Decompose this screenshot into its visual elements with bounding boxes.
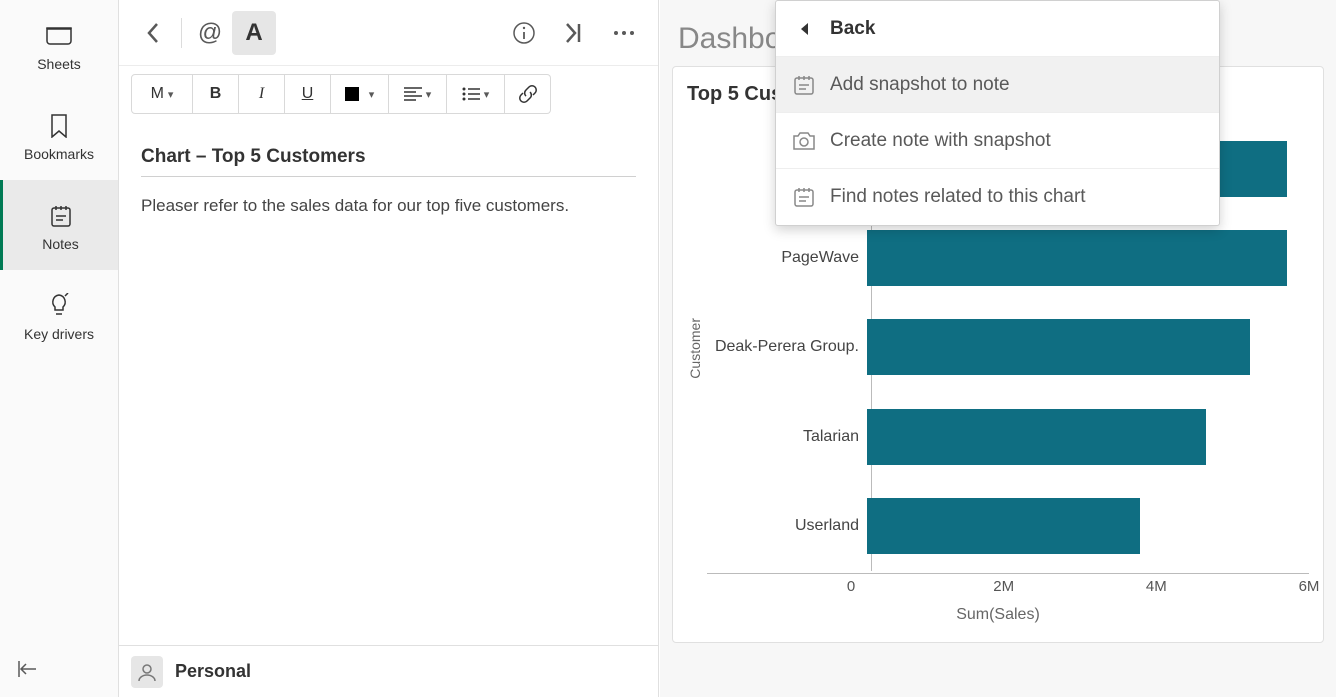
note-search-icon: [792, 185, 816, 209]
menu-add-snapshot[interactable]: Add snapshot to note: [776, 57, 1219, 113]
bold-button[interactable]: B: [193, 74, 239, 114]
menu-label: Find notes related to this chart: [830, 186, 1086, 208]
text-align-selector[interactable]: ▾: [389, 74, 447, 114]
avatar[interactable]: [131, 656, 163, 688]
chevron-down-icon: ▾: [369, 88, 375, 101]
bar-row: Userland: [707, 490, 1309, 562]
sidebar-item-label: Sheets: [37, 56, 81, 72]
bar-label: Deak-Perera Group.: [707, 338, 867, 356]
link-button[interactable]: [505, 74, 551, 114]
italic-button[interactable]: I: [239, 74, 285, 114]
note-toolbar-top: @ A: [119, 0, 658, 66]
divider: [181, 18, 182, 48]
person-icon: [137, 662, 157, 682]
list-selector[interactable]: ▾: [447, 74, 505, 114]
note-body: Pleaser refer to the sales data for our …: [141, 193, 636, 219]
bar[interactable]: [867, 319, 1250, 375]
bar-label: PageWave: [707, 249, 867, 267]
bar[interactable]: [867, 498, 1140, 554]
note-add-icon: [792, 73, 816, 97]
more-options-button[interactable]: [602, 11, 646, 55]
menu-back[interactable]: Back: [776, 1, 1219, 57]
x-tick: 6M: [1299, 578, 1320, 595]
bar-row: PageWave: [707, 222, 1309, 294]
text-color-selector[interactable]: ▾: [331, 74, 389, 114]
text-format-toolbar: M ▾ B I U ▾ ▾ ▾: [119, 66, 658, 122]
color-swatch: [345, 87, 359, 101]
sidebar-item-sheets[interactable]: Sheets: [0, 0, 118, 90]
sidebar-item-label: Key drivers: [24, 326, 94, 342]
collapse-sidebar-button[interactable]: [16, 657, 40, 681]
sidebar-bottom: [0, 641, 118, 697]
menu-label: Add snapshot to note: [830, 74, 1010, 96]
font-size-label: M: [151, 85, 164, 103]
next-button[interactable]: [552, 11, 596, 55]
sidebar-item-notes[interactable]: Notes: [0, 180, 118, 270]
bar-row: Deak-Perera Group.: [707, 311, 1309, 383]
notes-icon: [50, 202, 72, 230]
bar-row: Talarian: [707, 401, 1309, 473]
sidebar-item-keydrivers[interactable]: Key drivers: [0, 270, 118, 360]
bar[interactable]: [867, 409, 1206, 465]
bar-track: [867, 319, 1309, 375]
bar-track: [867, 498, 1309, 554]
align-left-icon: [404, 87, 422, 101]
note-editor[interactable]: Chart – Top 5 Customers Pleaser refer to…: [119, 122, 658, 645]
note-footer: Personal: [119, 645, 658, 697]
x-axis-label: Sum(Sales): [687, 606, 1309, 624]
mention-button[interactable]: @: [188, 11, 232, 55]
menu-create-note[interactable]: Create note with snapshot: [776, 113, 1219, 169]
x-tick: 4M: [1146, 578, 1167, 595]
font-size-selector[interactable]: M ▾: [131, 74, 193, 114]
caret-left-icon: [792, 17, 816, 41]
lightbulb-icon: [48, 292, 70, 320]
chart-context-menu: Back Add snapshot to note Create note wi…: [775, 0, 1220, 226]
x-tick: 2M: [993, 578, 1014, 595]
underline-button[interactable]: U: [285, 74, 331, 114]
bar-label: Talarian: [707, 428, 867, 446]
x-axis: 02M4M6M: [851, 578, 1309, 602]
link-icon: [518, 84, 538, 104]
sidebar-item-label: Bookmarks: [24, 146, 94, 162]
bar-track: [867, 409, 1309, 465]
notes-panel: @ A M ▾ B I U ▾ ▾: [119, 0, 659, 697]
chevron-down-icon: ▾: [168, 88, 174, 101]
left-sidebar: Sheets Bookmarks Notes Key drivers: [0, 0, 119, 697]
bar-track: [867, 230, 1309, 286]
list-icon: [462, 87, 480, 101]
menu-find-notes[interactable]: Find notes related to this chart: [776, 169, 1219, 225]
y-axis-label: Customer: [687, 318, 703, 379]
chevron-down-icon: ▾: [484, 88, 490, 101]
sidebar-item-bookmarks[interactable]: Bookmarks: [0, 90, 118, 180]
note-scope-label: Personal: [175, 661, 251, 682]
bookmark-icon: [50, 112, 68, 140]
sidebar-item-label: Notes: [42, 236, 79, 252]
sheets-icon: [46, 22, 72, 50]
note-title: Chart – Top 5 Customers: [141, 146, 636, 177]
menu-label: Back: [830, 18, 875, 40]
text-format-button[interactable]: A: [232, 11, 276, 55]
bar[interactable]: [867, 230, 1287, 286]
back-button[interactable]: [131, 11, 175, 55]
menu-label: Create note with snapshot: [830, 130, 1051, 152]
x-tick: 0: [847, 578, 855, 595]
info-button[interactable]: [502, 11, 546, 55]
bar-label: Userland: [707, 517, 867, 535]
camera-icon: [792, 129, 816, 153]
chevron-down-icon: ▾: [426, 88, 432, 101]
